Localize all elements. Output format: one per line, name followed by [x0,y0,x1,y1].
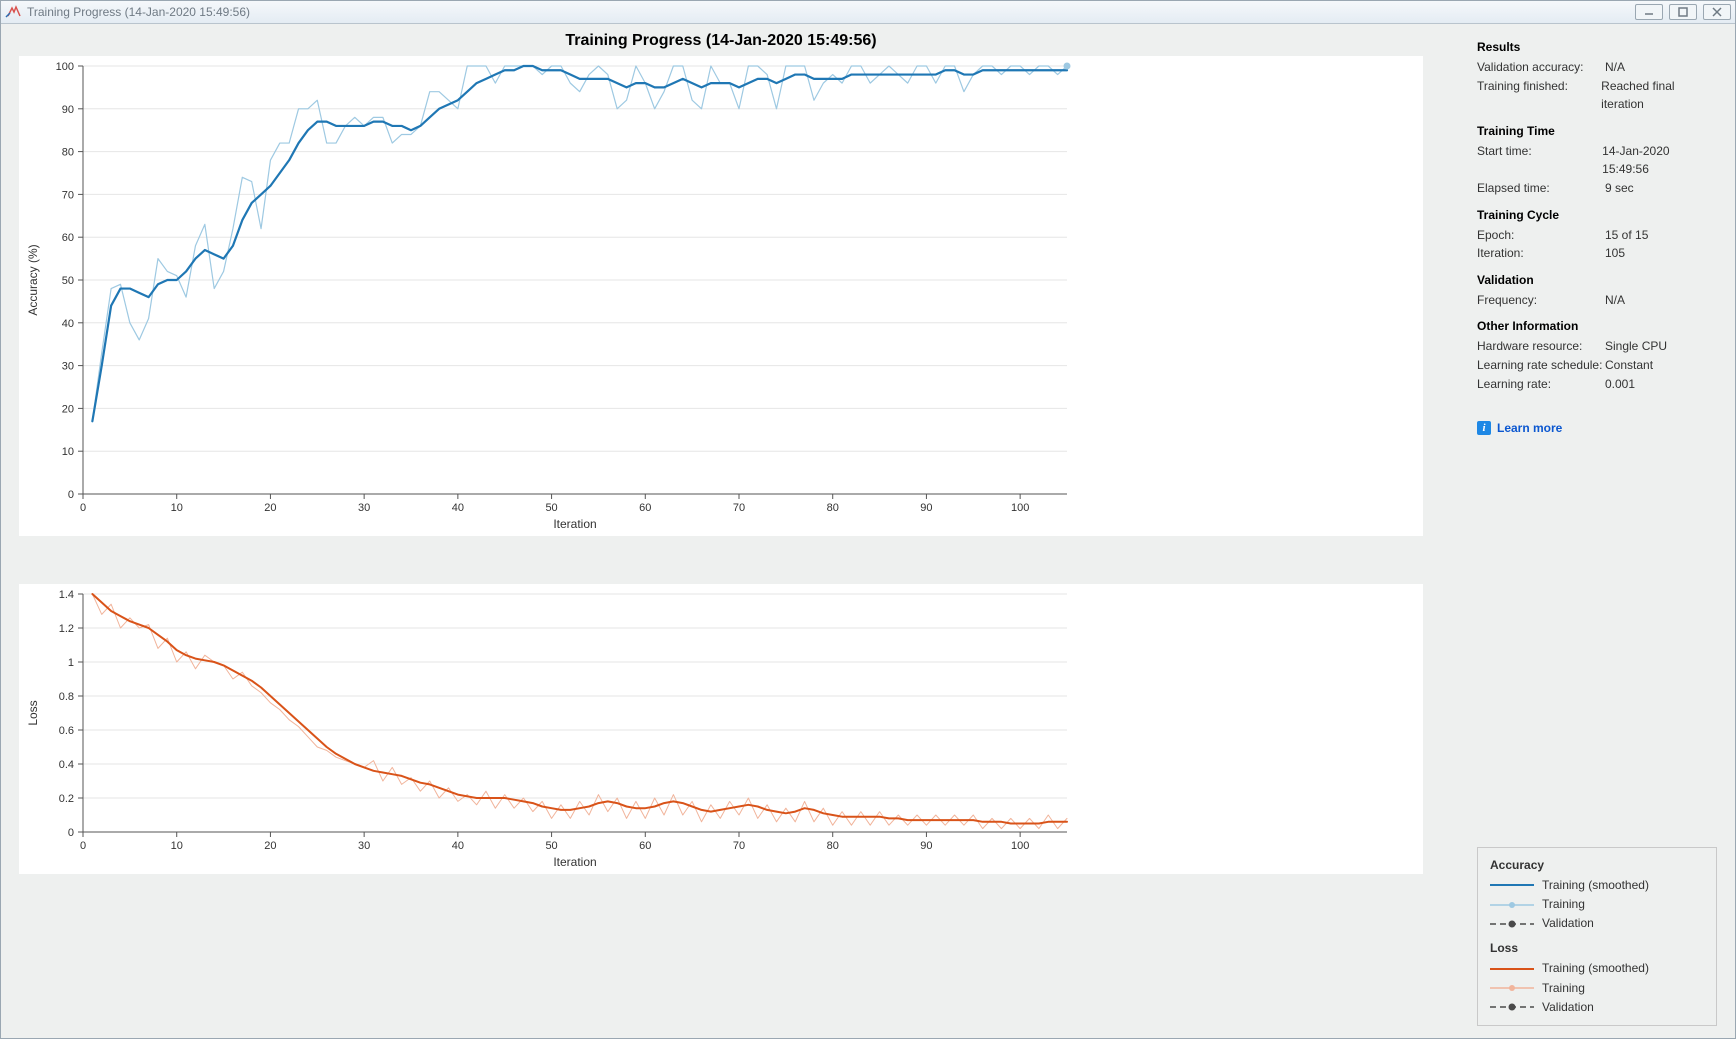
content-area: Training Progress (14-Jan-2020 15:49:56)… [1,24,1735,1038]
svg-text:Iteration: Iteration [553,517,596,531]
start-time-row: Start time:14-Jan-2020 15:49:56 [1477,142,1717,179]
other-info-section: Other Information Hardware resource:Sing… [1477,319,1717,393]
iteration-row: Iteration:105 [1477,244,1717,263]
learn-more-link[interactable]: i Learn more [1477,421,1717,435]
svg-text:20: 20 [264,840,276,852]
svg-text:60: 60 [62,232,74,244]
svg-text:20: 20 [62,403,74,415]
training-cycle-section: Training Cycle Epoch:15 of 15 Iteration:… [1477,208,1717,263]
legend-box: Accuracy Training (smoothed) Training Va… [1477,847,1717,1026]
svg-text:1: 1 [68,657,74,669]
legend-swatch-line-solid-blue [1490,878,1534,892]
legend-loss-heading: Loss [1490,941,1704,955]
svg-text:40: 40 [62,318,74,330]
svg-text:0: 0 [68,827,74,839]
svg-text:30: 30 [62,361,74,373]
results-section: Results Validation accuracy:N/A Training… [1477,40,1717,114]
svg-text:100: 100 [1011,840,1029,852]
svg-text:60: 60 [639,502,651,514]
svg-text:70: 70 [62,189,74,201]
svg-text:100: 100 [56,61,74,73]
svg-text:40: 40 [452,502,464,514]
svg-text:0.2: 0.2 [59,793,74,805]
legend-acc-raw: Training [1490,895,1704,914]
legend-loss-validation: Validation [1490,998,1704,1017]
svg-text:50: 50 [545,502,557,514]
validation-accuracy-row: Validation accuracy:N/A [1477,58,1717,77]
loss-chart: 0 10 20 30 40 50 60 70 80 90 100 0 0.2 0.4 0.6 0.8 1 1.2 1… [19,584,1423,874]
matlab-icon [5,4,21,20]
accuracy-chart: 0 10 20 30 40 50 60 70 80 90 100 0 10 20 30 40 50 60 70 80 9… [19,56,1423,536]
legend-acc-validation: Validation [1490,914,1704,933]
validation-section: Validation Frequency:N/A [1477,273,1717,310]
other-info-heading: Other Information [1477,319,1717,333]
hardware-row: Hardware resource:Single CPU [1477,337,1717,356]
elapsed-time-row: Elapsed time:9 sec [1477,179,1717,198]
svg-text:90: 90 [920,840,932,852]
legend-loss-raw: Training [1490,979,1704,998]
lr-row: Learning rate:0.001 [1477,375,1717,394]
page-title: Training Progress (14-Jan-2020 15:49:56) [19,30,1423,56]
training-time-section: Training Time Start time:14-Jan-2020 15:… [1477,124,1717,198]
svg-text:0.4: 0.4 [59,759,74,771]
svg-text:0: 0 [68,489,74,501]
legend-swatch-line-dot-orange [1490,981,1534,995]
legend-acc-smoothed: Training (smoothed) [1490,876,1704,895]
lr-schedule-row: Learning rate schedule:Constant [1477,356,1717,375]
svg-text:60: 60 [639,840,651,852]
svg-text:0: 0 [80,840,86,852]
svg-text:90: 90 [920,502,932,514]
svg-text:70: 70 [733,840,745,852]
window-controls [1635,4,1731,20]
svg-text:1.4: 1.4 [59,589,74,601]
svg-text:50: 50 [545,840,557,852]
svg-text:70: 70 [733,502,745,514]
training-cycle-heading: Training Cycle [1477,208,1717,222]
titlebar: Training Progress (14-Jan-2020 15:49:56) [1,1,1735,24]
legend-swatch-line-solid-orange [1490,962,1534,976]
minimize-button[interactable] [1635,4,1663,20]
frequency-row: Frequency:N/A [1477,291,1717,310]
training-finished-row: Training finished:Reached final iteratio… [1477,77,1717,114]
svg-text:50: 50 [62,275,74,287]
svg-text:40: 40 [452,840,464,852]
svg-text:80: 80 [827,840,839,852]
svg-text:0.6: 0.6 [59,725,74,737]
legend-loss-smoothed: Training (smoothed) [1490,959,1704,978]
svg-text:80: 80 [62,147,74,159]
training-time-heading: Training Time [1477,124,1717,138]
epoch-row: Epoch:15 of 15 [1477,226,1717,245]
legend-swatch-dash-black [1490,917,1534,931]
svg-text:80: 80 [827,502,839,514]
svg-text:20: 20 [264,502,276,514]
svg-text:90: 90 [62,104,74,116]
main-panel: Training Progress (14-Jan-2020 15:49:56)… [1,24,1463,1038]
legend-accuracy-heading: Accuracy [1490,858,1704,872]
svg-text:100: 100 [1011,502,1029,514]
svg-text:30: 30 [358,840,370,852]
results-heading: Results [1477,40,1717,54]
svg-text:0: 0 [80,502,86,514]
svg-text:10: 10 [171,502,183,514]
window-title: Training Progress (14-Jan-2020 15:49:56) [27,5,1635,19]
svg-text:30: 30 [358,502,370,514]
svg-text:Iteration: Iteration [553,855,596,869]
svg-text:0.8: 0.8 [59,691,74,703]
legend-swatch-line-dot-blue [1490,898,1534,912]
close-button[interactable] [1703,4,1731,20]
svg-text:Accuracy (%): Accuracy (%) [26,244,40,315]
legend-swatch-dash-black-2 [1490,1000,1534,1014]
window-frame: Training Progress (14-Jan-2020 15:49:56)… [0,0,1736,1039]
chart-gap [19,536,1423,584]
svg-text:1.2: 1.2 [59,623,74,635]
svg-text:10: 10 [62,446,74,458]
svg-text:Loss: Loss [26,700,40,725]
svg-text:10: 10 [171,840,183,852]
validation-heading: Validation [1477,273,1717,287]
info-icon: i [1477,421,1491,435]
maximize-button[interactable] [1669,4,1697,20]
info-panel: Results Validation accuracy:N/A Training… [1463,24,1735,1038]
